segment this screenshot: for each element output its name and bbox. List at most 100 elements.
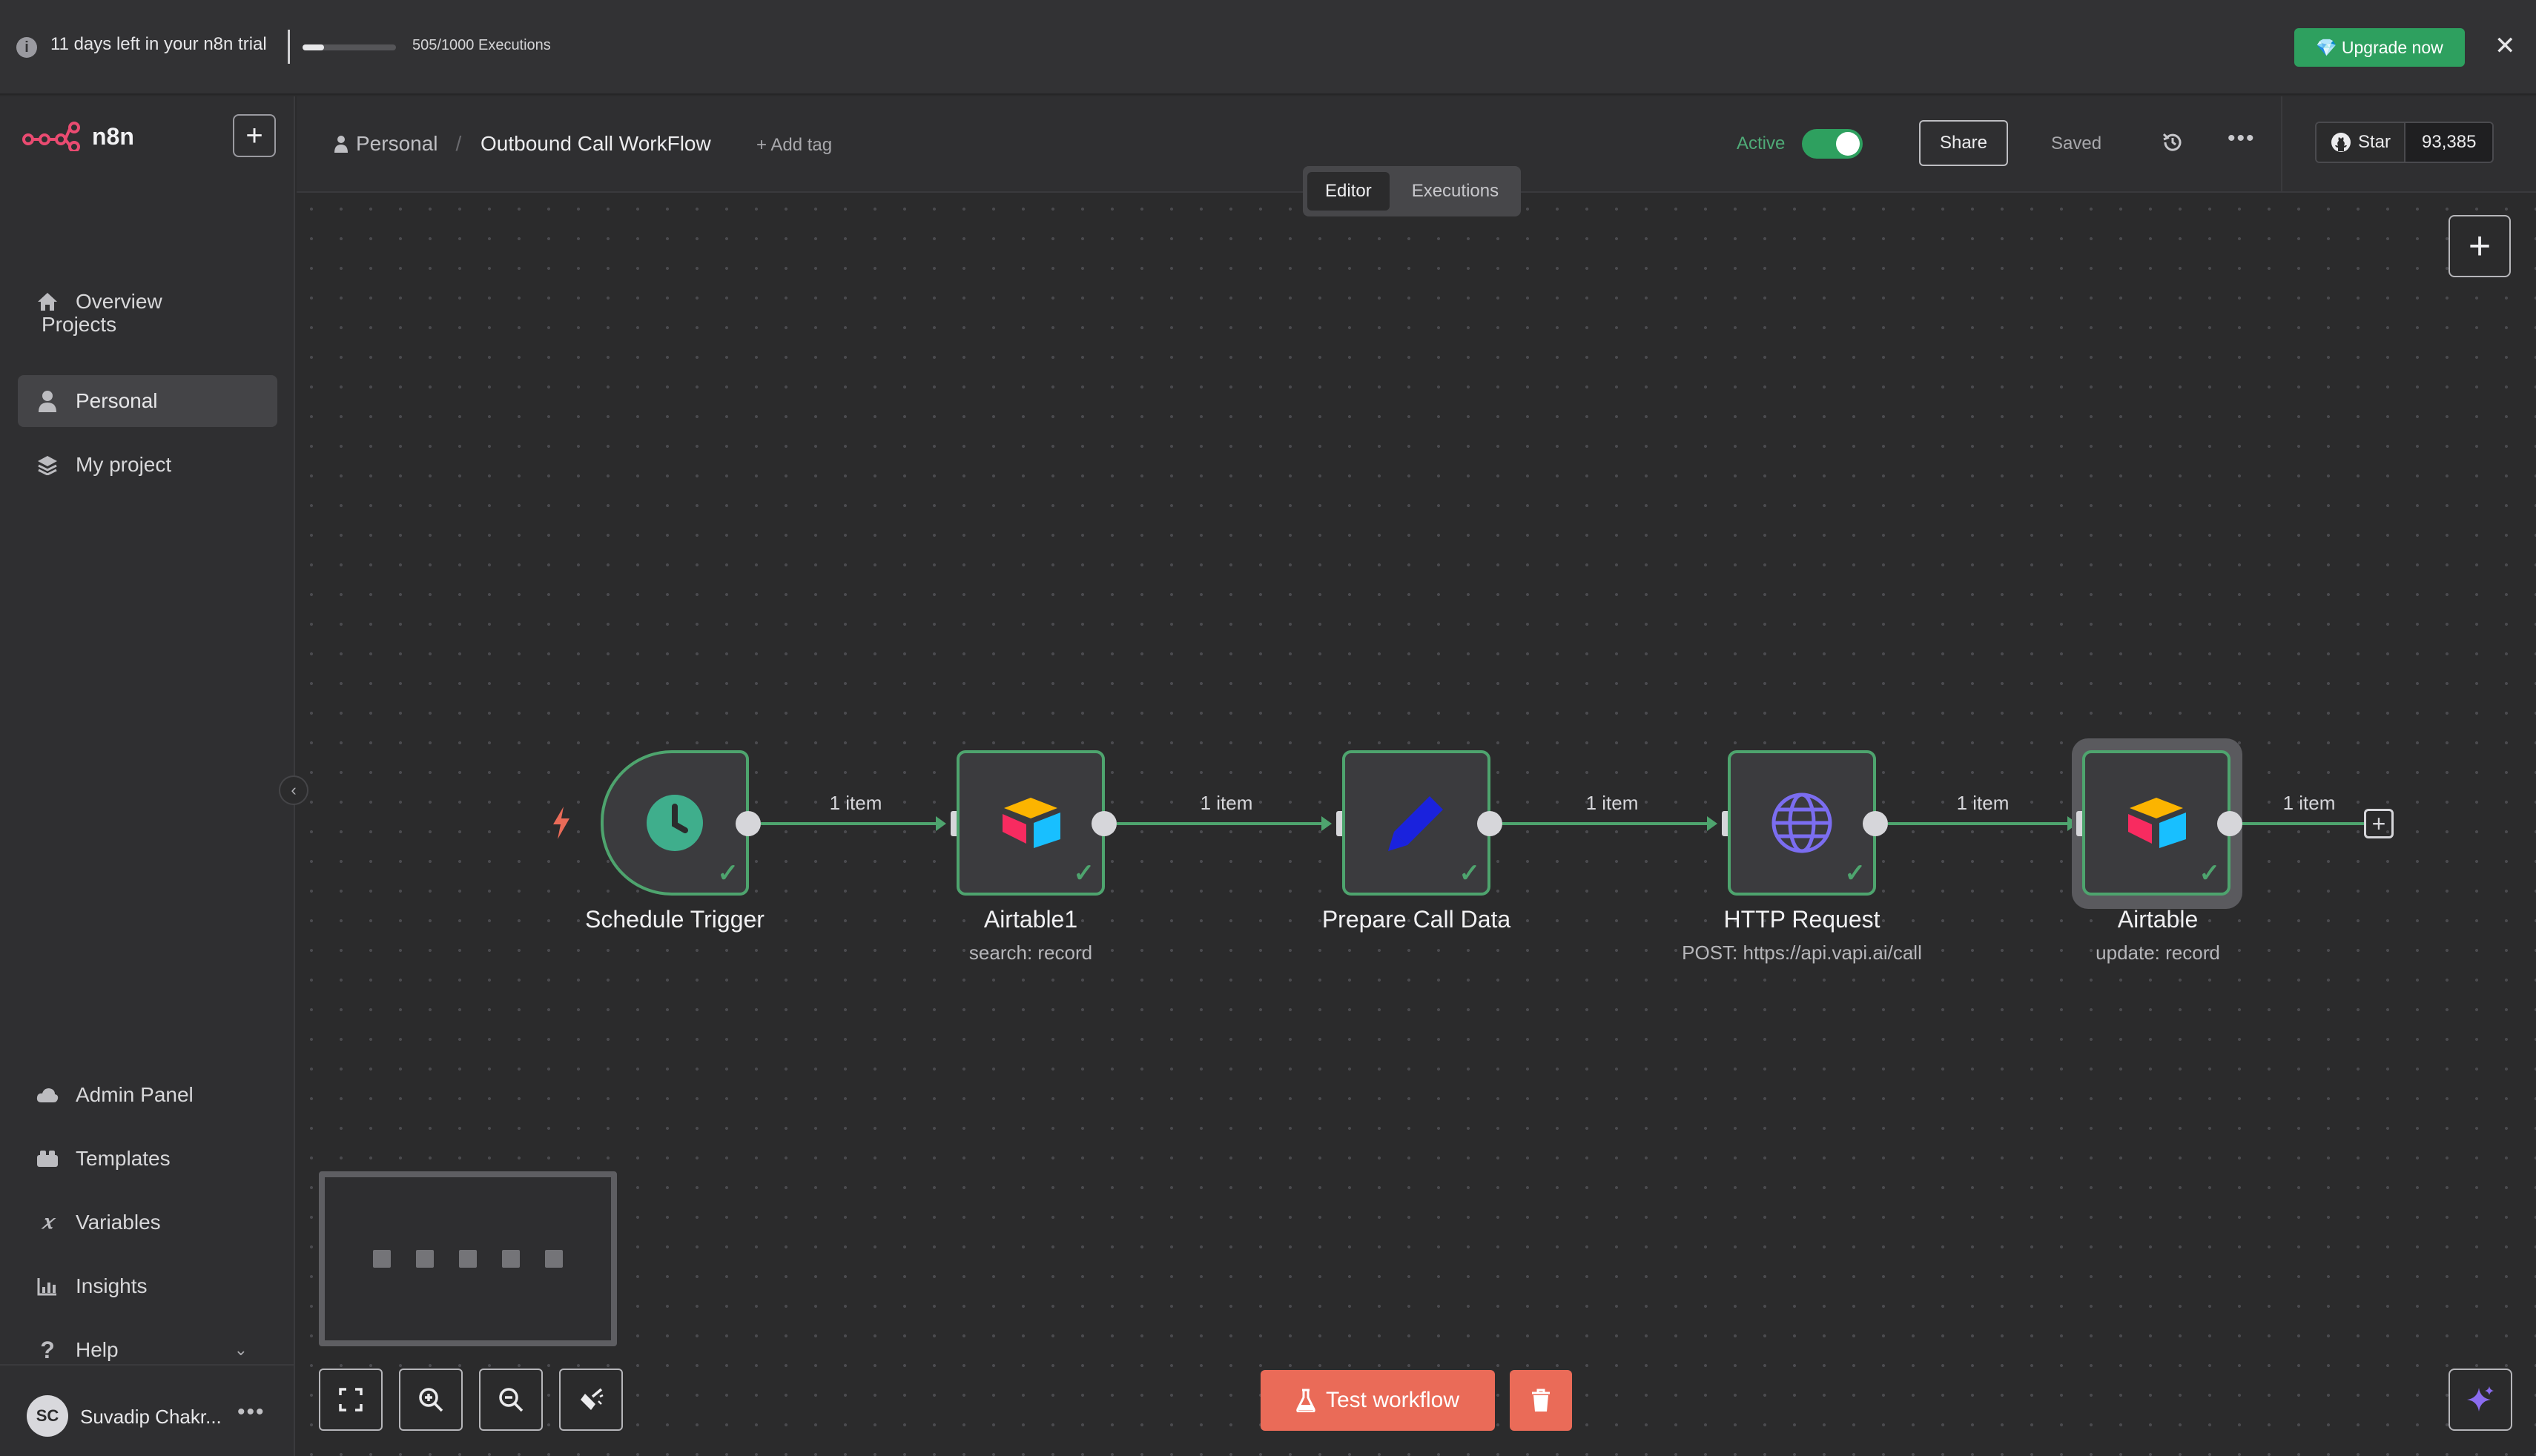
test-workflow-button[interactable]: Test workflow [1261,1370,1495,1431]
edge-label: 1 item [2282,792,2336,814]
executions-progress-bar [303,44,396,50]
user-icon [334,136,348,153]
chevron-down-icon: ⌄ [234,1340,248,1359]
sidebar: n8n + Overview Projects Personal My proj… [0,96,295,1456]
breadcrumb[interactable]: Personal / [334,132,461,156]
output-handle[interactable] [1477,811,1502,836]
node-subtitle: update: record [2096,942,2220,964]
output-handle[interactable] [1863,811,1888,836]
n8n-logo[interactable]: n8n [22,122,134,151]
output-handle[interactable] [1092,811,1117,836]
breadcrumb-separator: / [455,132,462,155]
add-tag-button[interactable]: + Add tag [756,135,832,156]
n8n-logo-icon [22,122,80,151]
create-new-button[interactable]: + [233,114,276,157]
github-star-label: Star [2358,132,2391,152]
executions-progress-fill [303,44,324,50]
chevron-left-icon: ‹ [291,781,297,799]
share-button[interactable]: Share [1919,120,2008,166]
node-schedule-trigger[interactable]: ✓ [601,750,749,896]
sidebar-item-my-project[interactable]: My project [18,439,277,491]
tab-editor[interactable]: Editor [1307,172,1390,211]
clock-icon [647,795,703,851]
layers-icon [36,453,59,477]
active-toggle[interactable] [1802,129,1863,159]
minimap-node [416,1250,434,1268]
sidebar-item-label: Overview [76,290,162,313]
node-airtable1[interactable]: ✓ [957,750,1105,896]
add-node-button[interactable]: + [2449,215,2511,277]
workflow-name[interactable]: Outbound Call WorkFlow [481,132,711,156]
github-star-count: 93,385 [2405,123,2493,162]
fit-view-icon [339,1388,363,1412]
mode-tabs: Editor Executions [1303,166,1522,216]
minimap[interactable] [319,1171,617,1346]
tab-executions[interactable]: Executions [1394,172,1516,211]
templates-icon [36,1147,59,1171]
edge-label: 1 item [1200,792,1253,814]
zoom-in-button[interactable] [399,1369,463,1431]
github-star-button[interactable]: Star 93,385 [2315,122,2494,163]
avatar: SC [27,1395,68,1437]
close-banner-icon[interactable]: ✕ [2494,31,2516,61]
test-workflow-label: Test workflow [1325,1388,1460,1412]
output-handle[interactable] [2217,811,2242,836]
sidebar-item-label: Templates [76,1147,171,1170]
history-icon[interactable] [2156,126,2189,159]
github-icon [2331,133,2351,152]
broom-icon [581,1388,604,1410]
success-check-icon: ✓ [717,859,739,887]
sidebar-item-insights[interactable]: Insights [18,1260,277,1312]
sidebar-item-personal[interactable]: Personal [18,375,277,427]
trash-icon [1532,1389,1550,1412]
edge-label: 1 item [1585,792,1639,814]
clear-execution-button[interactable] [1510,1370,1572,1431]
pencil-icon [1388,796,1443,851]
sidebar-item-label: Help [76,1338,119,1361]
upgrade-button[interactable]: 💎 Upgrade now [2294,28,2465,67]
user-more-icon[interactable]: ••• [237,1400,265,1425]
plus-icon: + [2371,810,2386,837]
add-next-node-button[interactable]: + [2364,809,2394,838]
github-star: Star [2317,123,2406,162]
airtable-icon [2128,798,2186,848]
fit-view-button[interactable] [319,1369,383,1431]
success-check-icon: ✓ [1459,859,1481,887]
node-prepare-call-data[interactable]: ✓ [1342,750,1490,896]
edge-label: 1 item [1956,792,2010,814]
gem-icon: 💎 [2316,37,2337,57]
user-menu[interactable]: SC Suvadip Chakr... ••• [0,1364,295,1456]
sidebar-item-label: My project [76,453,172,476]
tidy-up-button[interactable] [559,1369,623,1431]
node-subtitle: POST: https://api.vapi.ai/call [1682,942,1922,964]
success-check-icon: ✓ [1844,859,1866,887]
airtable-icon [1003,798,1060,848]
sidebar-item-label: Personal [76,389,158,412]
node-http-request[interactable]: ✓ [1728,750,1876,896]
active-label: Active [1737,133,1786,153]
user-name: Suvadip Chakr... [80,1406,222,1428]
output-handle[interactable] [736,811,761,836]
upgrade-label: Upgrade now [2341,37,2443,57]
minimap-node [459,1250,477,1268]
edge-label: 1 item [829,792,882,814]
trial-text: 11 days left in your n8n trial [50,34,267,54]
sidebar-item-label: Admin Panel [76,1083,194,1106]
sidebar-item-templates[interactable]: Templates [18,1133,277,1185]
node-title: Prepare Call Data [1321,906,1511,933]
zoom-out-button[interactable] [479,1369,543,1431]
collapse-sidebar-button[interactable]: ‹ [279,775,308,805]
node-airtable[interactable]: ✓ [2082,750,2230,896]
node-title: HTTP Request [1723,906,1880,933]
plus-icon: + [245,119,263,152]
projects-heading: Projects [42,313,117,336]
more-options-icon[interactable]: ••• [2228,126,2256,151]
home-icon [36,290,59,314]
sidebar-item-label: Variables [76,1211,161,1234]
ai-assistant-button[interactable] [2449,1369,2512,1431]
minimap-node [545,1250,563,1268]
node-title: Airtable1 [983,906,1078,933]
sidebar-item-admin-panel[interactable]: Admin Panel [18,1069,277,1121]
saved-status: Saved [2051,133,2102,153]
sidebar-item-variables[interactable]: 𝑥 Variables [18,1197,277,1248]
